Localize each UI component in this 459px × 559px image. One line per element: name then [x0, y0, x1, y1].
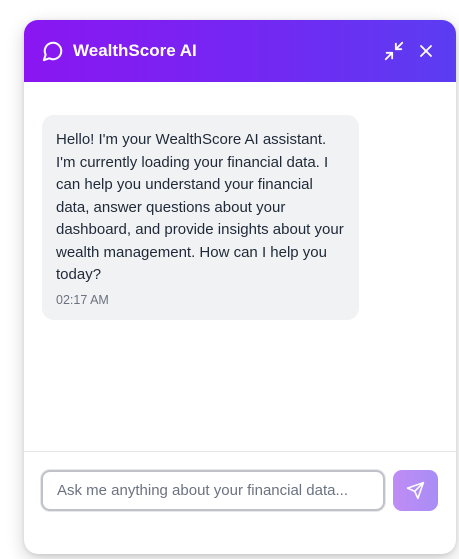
message-text: Hello! I'm your WealthScore AI assistant… [56, 131, 344, 283]
message-timestamp: 02:17 AM [56, 292, 109, 307]
close-icon [420, 45, 432, 57]
message-composer [24, 451, 456, 554]
close-button[interactable] [416, 41, 436, 61]
message-input[interactable] [41, 470, 385, 511]
chat-title: WealthScore AI [73, 41, 197, 60]
minimize-button[interactable] [383, 40, 405, 62]
page: WealthScore AI Hello! I'm your WealthSco… [0, 0, 459, 559]
message-list: Hello! I'm your WealthScore AI assistant… [24, 82, 456, 452]
chat-window: WealthScore AI Hello! I'm your WealthSco… [24, 20, 456, 554]
chat-header: WealthScore AI [24, 20, 456, 82]
send-icon [406, 481, 425, 500]
send-button[interactable] [393, 470, 438, 511]
minimize-icon [384, 41, 404, 61]
assistant-message-bubble: Hello! I'm your WealthScore AI assistant… [42, 115, 359, 320]
chat-bubble-icon [42, 41, 63, 62]
